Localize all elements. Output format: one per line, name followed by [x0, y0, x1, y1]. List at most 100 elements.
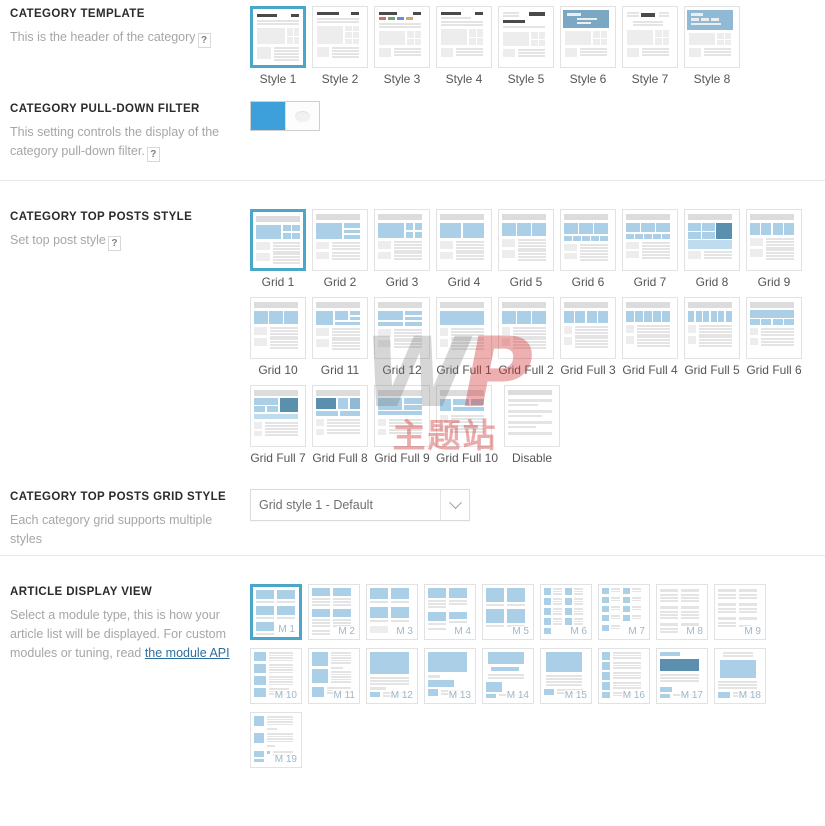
thumb-option[interactable]: M 9 — [714, 584, 766, 640]
help-icon[interactable]: ? — [107, 236, 121, 251]
thumb-preview[interactable]: M 14 — [482, 648, 534, 704]
thumb-preview[interactable]: M 5 — [482, 584, 534, 640]
thumb-option[interactable]: Grid Full 10 — [436, 385, 498, 465]
thumb-preview[interactable] — [504, 385, 561, 447]
thumb-preview[interactable] — [560, 6, 616, 68]
thumb-option[interactable]: M 19 — [250, 712, 302, 768]
thumb-option[interactable]: Style 7 — [622, 6, 678, 86]
chevron-down-icon[interactable] — [440, 490, 469, 520]
thumb-option[interactable]: M 14 — [482, 648, 534, 704]
thumb-option[interactable]: M 16 — [598, 648, 650, 704]
thumb-option[interactable]: M 13 — [424, 648, 476, 704]
thumb-option[interactable]: M 8 — [656, 584, 708, 640]
thumb-preview[interactable] — [622, 6, 678, 68]
thumb-option[interactable]: M 1 — [250, 584, 302, 640]
thumb-option[interactable]: M 6 — [540, 584, 592, 640]
thumb-preview[interactable]: M 1 — [250, 584, 302, 640]
thumb-preview[interactable] — [560, 209, 616, 271]
thumb-preview[interactable] — [374, 297, 430, 359]
thumb-option[interactable]: M 18 — [714, 648, 766, 704]
thumb-option[interactable]: M 15 — [540, 648, 592, 704]
thumb-preview[interactable] — [622, 209, 678, 271]
thumb-preview[interactable] — [374, 385, 430, 447]
thumb-preview[interactable] — [684, 297, 740, 359]
thumb-option[interactable]: M 4 — [424, 584, 476, 640]
thumb-option[interactable]: Grid 4 — [436, 209, 492, 289]
thumb-preview[interactable]: M 12 — [366, 648, 418, 704]
thumb-preview[interactable] — [374, 209, 430, 271]
thumb-preview[interactable] — [312, 209, 368, 271]
thumb-option[interactable]: Disable — [504, 385, 561, 465]
thumb-preview[interactable] — [312, 6, 368, 68]
thumb-preview[interactable]: M 19 — [250, 712, 302, 768]
thumb-option[interactable]: Grid Full 4 — [622, 297, 678, 377]
help-icon[interactable]: ? — [197, 33, 211, 48]
thumb-preview[interactable]: M 18 — [714, 648, 766, 704]
thumb-option[interactable]: M 5 — [482, 584, 534, 640]
thumb-preview[interactable] — [684, 6, 740, 68]
thumb-preview[interactable] — [746, 297, 802, 359]
thumb-preview[interactable]: M 16 — [598, 648, 650, 704]
thumb-option[interactable]: Grid 8 — [684, 209, 740, 289]
thumb-preview[interactable] — [436, 385, 492, 447]
thumb-option[interactable]: Style 8 — [684, 6, 740, 86]
thumb-preview[interactable] — [374, 6, 430, 68]
thumb-option[interactable]: Style 2 — [312, 6, 368, 86]
thumb-option[interactable]: Style 1 — [250, 6, 306, 86]
thumb-option[interactable]: Grid Full 9 — [374, 385, 430, 465]
grid-style-select[interactable]: Grid style 1 - Default — [250, 489, 470, 521]
thumb-preview[interactable] — [746, 209, 802, 271]
thumb-preview[interactable] — [250, 297, 306, 359]
pulldown-filter-toggle[interactable] — [250, 101, 320, 131]
thumb-option[interactable]: M 17 — [656, 648, 708, 704]
thumb-option[interactable]: Grid 7 — [622, 209, 678, 289]
thumb-preview[interactable] — [684, 209, 740, 271]
thumb-option[interactable]: Grid Full 3 — [560, 297, 616, 377]
thumb-option[interactable]: Grid 1 — [250, 209, 306, 289]
thumb-option[interactable]: Grid Full 2 — [498, 297, 554, 377]
thumb-option[interactable]: Grid 5 — [498, 209, 554, 289]
thumb-option[interactable]: Grid 10 — [250, 297, 306, 377]
thumb-preview[interactable] — [436, 209, 492, 271]
thumb-option[interactable]: M 7 — [598, 584, 650, 640]
module-api-link[interactable]: the module API — [145, 646, 230, 660]
thumb-option[interactable]: Grid Full 8 — [312, 385, 368, 465]
thumb-preview[interactable] — [250, 385, 306, 447]
thumb-preview[interactable]: M 15 — [540, 648, 592, 704]
thumb-preview[interactable] — [250, 209, 306, 271]
thumb-preview[interactable]: M 7 — [598, 584, 650, 640]
thumb-preview[interactable] — [250, 6, 306, 68]
thumb-option[interactable]: M 2 — [308, 584, 360, 640]
thumb-option[interactable]: Grid 11 — [312, 297, 368, 377]
thumb-preview[interactable]: M 11 — [308, 648, 360, 704]
thumb-preview[interactable] — [498, 297, 554, 359]
thumb-preview[interactable] — [498, 209, 554, 271]
thumb-preview[interactable] — [436, 6, 492, 68]
help-icon[interactable]: ? — [146, 147, 160, 162]
thumb-option[interactable]: Style 3 — [374, 6, 430, 86]
thumb-preview[interactable]: M 3 — [366, 584, 418, 640]
thumb-preview[interactable]: M 10 — [250, 648, 302, 704]
thumb-option[interactable]: Style 5 — [498, 6, 554, 86]
thumb-preview[interactable] — [312, 297, 368, 359]
thumb-option[interactable]: Grid Full 6 — [746, 297, 802, 377]
thumb-preview[interactable]: M 9 — [714, 584, 766, 640]
thumb-preview[interactable] — [436, 297, 492, 359]
thumb-option[interactable]: M 11 — [308, 648, 360, 704]
thumb-preview[interactable] — [560, 297, 616, 359]
thumb-preview[interactable] — [622, 297, 678, 359]
thumb-option[interactable]: Grid 2 — [312, 209, 368, 289]
thumb-preview[interactable]: M 4 — [424, 584, 476, 640]
thumb-preview[interactable]: M 17 — [656, 648, 708, 704]
thumb-option[interactable]: Style 4 — [436, 6, 492, 86]
thumb-option[interactable]: Grid 3 — [374, 209, 430, 289]
thumb-option[interactable]: Grid 12 — [374, 297, 430, 377]
thumb-option[interactable]: Grid Full 7 — [250, 385, 306, 465]
thumb-preview[interactable]: M 6 — [540, 584, 592, 640]
thumb-preview[interactable]: M 8 — [656, 584, 708, 640]
thumb-option[interactable]: M 3 — [366, 584, 418, 640]
thumb-option[interactable]: Style 6 — [560, 6, 616, 86]
thumb-option[interactable]: Grid Full 5 — [684, 297, 740, 377]
thumb-option[interactable]: M 10 — [250, 648, 302, 704]
thumb-option[interactable]: Grid 6 — [560, 209, 616, 289]
